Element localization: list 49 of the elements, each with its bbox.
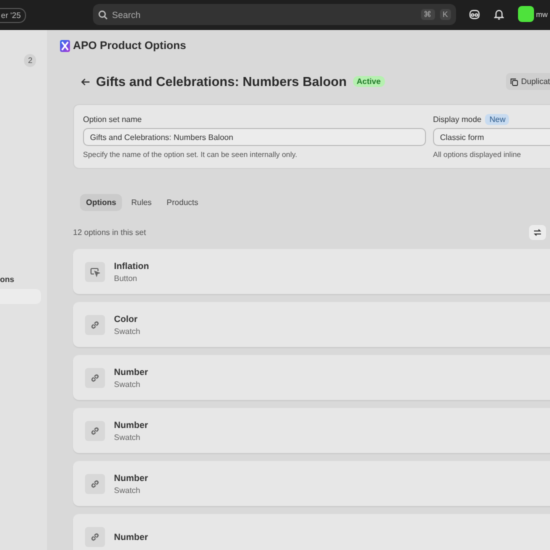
link-icon bbox=[90, 320, 100, 330]
option-title: Number bbox=[114, 366, 148, 376]
option-title: Number bbox=[114, 420, 148, 430]
link-icon bbox=[90, 532, 100, 542]
status-badge: Active bbox=[352, 76, 385, 87]
new-badge: New bbox=[485, 114, 510, 124]
glasses-icon[interactable] bbox=[469, 8, 480, 20]
cursor-click-icon bbox=[90, 266, 100, 276]
duplicate-button[interactable]: Duplicat bbox=[506, 73, 550, 90]
reorder-button[interactable] bbox=[529, 225, 546, 240]
count-badge: 2 bbox=[24, 54, 36, 67]
app-title: APO Product Options bbox=[73, 40, 186, 52]
option-card[interactable]: Number bbox=[73, 514, 550, 550]
bell-icon[interactable] bbox=[494, 8, 504, 20]
field-label: Option set name bbox=[83, 114, 143, 125]
back-arrow-icon[interactable] bbox=[81, 78, 90, 86]
search-icon bbox=[98, 10, 108, 20]
name-field[interactable]: Gifts and Celebrations: Numbers Baloon bbox=[83, 128, 426, 146]
options-count: 12 options in this set bbox=[73, 228, 146, 237]
tab[interactable]: Products bbox=[160, 194, 204, 211]
option-title: Inflation bbox=[114, 260, 149, 270]
option-card[interactable]: Color Swatch bbox=[73, 302, 550, 347]
link-icon bbox=[90, 372, 100, 382]
sidebar-section-label: ons bbox=[0, 275, 14, 284]
link-icon bbox=[90, 426, 100, 436]
option-card[interactable]: Number Swatch bbox=[73, 355, 550, 400]
option-type: Swatch bbox=[114, 326, 140, 336]
option-card[interactable]: Inflation Button bbox=[73, 249, 550, 294]
page-title: Gifts and Celebrations: Numbers Baloon bbox=[96, 74, 347, 89]
option-card[interactable]: Number Swatch bbox=[73, 461, 550, 506]
option-type: Button bbox=[114, 274, 138, 282]
option-type: Swatch bbox=[114, 380, 142, 388]
option-title: Color bbox=[114, 314, 138, 324]
display-mode-field[interactable]: Classic form bbox=[433, 128, 550, 146]
option-type: Swatch bbox=[114, 432, 142, 442]
avatar[interactable] bbox=[518, 6, 534, 22]
option-title: Number bbox=[114, 472, 148, 482]
tab[interactable]: Rules bbox=[125, 194, 158, 211]
option-card[interactable]: Number Swatch bbox=[73, 408, 550, 453]
shortcut-key: ⌘ bbox=[420, 9, 435, 20]
date-badge: er '25 bbox=[0, 8, 26, 22]
link-icon bbox=[90, 478, 100, 488]
tab[interactable]: Options bbox=[80, 194, 122, 211]
field-label: Display mode bbox=[433, 114, 482, 124]
app-logo-icon bbox=[60, 40, 70, 52]
swap-icon bbox=[533, 228, 542, 237]
option-type: Swatch bbox=[114, 486, 142, 494]
copy-icon bbox=[510, 78, 518, 86]
option-title: Number bbox=[114, 532, 148, 542]
